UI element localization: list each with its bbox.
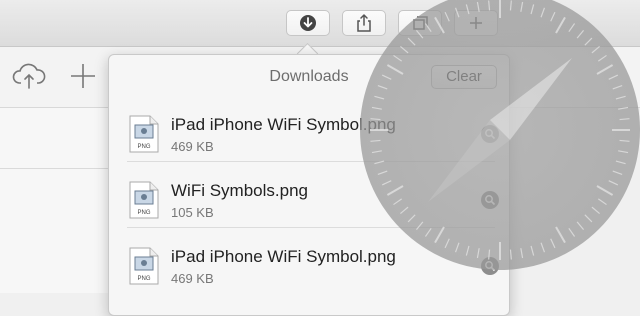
tab-overview-button[interactable] — [398, 10, 442, 36]
file-type-label: PNG — [137, 144, 150, 150]
file-size: 469 KB — [171, 139, 214, 154]
download-item[interactable]: PNG WiFi Symbols.png 105 KB — [127, 177, 499, 237]
magnifier-icon — [485, 195, 496, 206]
download-arrow-icon — [300, 15, 316, 31]
file-name: iPad iPhone WiFi Symbol.png — [171, 247, 396, 266]
toolbar — [0, 0, 640, 47]
divider — [0, 168, 110, 169]
cloud-upload-icon[interactable] — [12, 61, 46, 96]
downloads-popover: Downloads Clear PNG iPad iPhone WiFi Sym… — [108, 54, 510, 316]
share-icon — [357, 13, 371, 32]
file-size: 469 KB — [171, 271, 214, 286]
divider — [127, 161, 495, 162]
download-item[interactable]: PNG iPad iPhone WiFi Symbol.png 469 KB — [127, 111, 499, 171]
share-button[interactable] — [342, 10, 386, 36]
png-file-icon: PNG — [129, 181, 159, 224]
plus-icon — [470, 17, 482, 29]
divider — [127, 227, 495, 228]
tabs-icon — [413, 16, 428, 30]
reveal-in-finder-button[interactable] — [481, 257, 499, 275]
sidebar-area — [0, 108, 110, 293]
file-type-label: PNG — [137, 210, 150, 216]
reveal-in-finder-button[interactable] — [481, 125, 499, 143]
file-name: WiFi Symbols.png — [171, 181, 308, 200]
file-type-label: PNG — [137, 276, 150, 282]
png-file-icon: PNG — [129, 115, 159, 158]
file-name: iPad iPhone WiFi Symbol.png — [171, 115, 396, 134]
new-tab-button[interactable] — [454, 10, 498, 36]
download-item[interactable]: PNG iPad iPhone WiFi Symbol.png 469 KB — [127, 243, 499, 303]
magnifier-icon — [485, 261, 496, 272]
reveal-in-finder-button[interactable] — [481, 191, 499, 209]
png-file-icon: PNG — [129, 247, 159, 290]
magnifier-icon — [485, 129, 496, 140]
clear-button[interactable]: Clear — [431, 65, 497, 89]
plus-icon[interactable] — [70, 63, 96, 94]
file-size: 105 KB — [171, 205, 214, 220]
downloads-button[interactable] — [286, 10, 330, 36]
